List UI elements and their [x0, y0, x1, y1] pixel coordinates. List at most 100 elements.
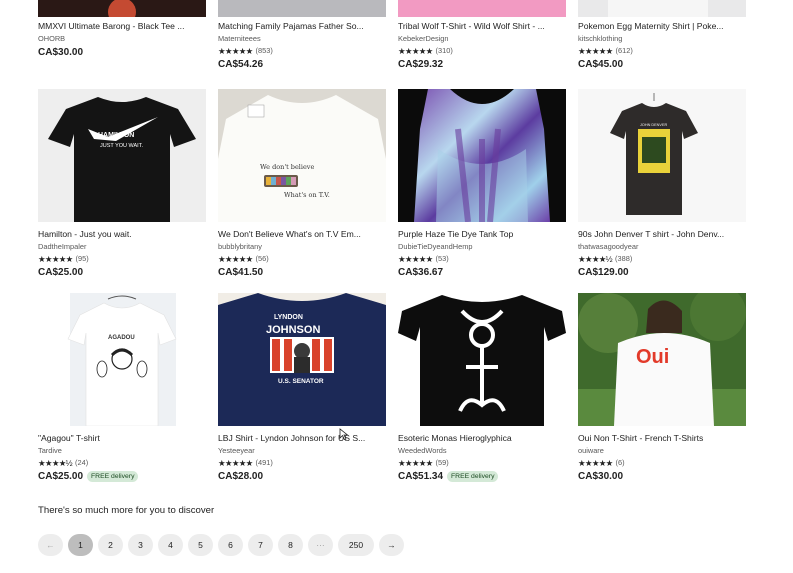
listing-card[interactable]: JOHN DENVER 90s John Denver T shirt - Jo… — [578, 89, 746, 278]
product-image[interactable]: HAMILTON JUST YOU WAIT. — [38, 89, 206, 222]
product-image[interactable]: Oui — [578, 293, 746, 426]
rating-count: (95) — [75, 254, 89, 263]
page-button[interactable]: 4 — [158, 534, 183, 556]
discover-more-heading: There's so much more for you to discover — [38, 505, 215, 516]
rating: ★★★★½ (388) — [578, 254, 746, 264]
listing-price: CA$45.00 — [578, 59, 624, 70]
listing-title[interactable]: Esoteric Monas Hieroglyphica — [398, 433, 566, 444]
prev-page-button[interactable]: ← — [38, 534, 63, 556]
rating: ★★★★★ (53) — [398, 254, 566, 264]
product-image[interactable]: We don't believe What's on T.V. — [218, 89, 386, 222]
rating-count: (310) — [435, 46, 453, 55]
shop-name: OHORB — [38, 34, 66, 43]
listing-card[interactable]: Purple Haze Tie Dye Tank Top DubieTieDye… — [398, 89, 566, 278]
rating: ★★★★★ (56) — [218, 254, 386, 264]
next-page-button[interactable]: → — [379, 534, 404, 556]
listing-card[interactable]: AGADOU "Agagou" T-shirt Tardive ★★★★½ (24… — [38, 293, 206, 482]
listing-title[interactable]: 90s John Denver T shirt - John Denv... — [578, 229, 746, 240]
rating-count: (56) — [255, 254, 269, 263]
listing-title[interactable]: Matching Family Pajamas Father So... — [218, 21, 386, 32]
listing-card[interactable]: We don't believe What's on T.V. We Don't… — [218, 89, 386, 278]
stars-icon: ★★★★★ — [218, 46, 253, 56]
listing-price: CA$28.00 — [218, 471, 264, 482]
free-delivery-badge: FREE delivery — [447, 471, 499, 482]
product-image[interactable]: AGADOU — [38, 293, 206, 426]
shop-name: DubieTieDyeandHemp — [398, 242, 473, 251]
listing-title[interactable]: Tribal Wolf T-Shirt - Wild Wolf Shirt - … — [398, 21, 566, 32]
page-button[interactable]: 5 — [188, 534, 213, 556]
rating-count: (388) — [615, 254, 633, 263]
page-button[interactable]: 2 — [98, 534, 123, 556]
page-button[interactable]: 6 — [218, 534, 243, 556]
rating: ★★★★★ (612) — [578, 46, 746, 56]
rating-count: (491) — [255, 458, 273, 467]
rating: ★★★★★ (6) — [578, 458, 746, 468]
product-image[interactable]: LYNDON JOHNSON U.S. SENATOR — [218, 293, 386, 426]
tv-text-line2: What's on T.V. — [284, 191, 330, 199]
listing-price: CA$25.00 — [38, 471, 84, 482]
shop-name: Materniteees — [218, 34, 261, 43]
listing-price: CA$51.34 — [398, 471, 444, 482]
listing-price: CA$29.32 — [398, 59, 444, 70]
stars-icon: ★★★★½ — [578, 254, 613, 264]
listing-card[interactable]: HAMILTON JUST YOU WAIT. Hamilton - Just … — [38, 89, 206, 278]
shop-name: ouiware — [578, 446, 604, 455]
listing-price: CA$129.00 — [578, 267, 629, 278]
mouse-cursor-icon — [339, 428, 349, 440]
listing-card[interactable]: Esoteric Monas Hieroglyphica WeededWords… — [398, 293, 566, 482]
listing-title[interactable]: MMXVI Ultimate Barong - Black Tee ... — [38, 21, 206, 32]
listing-title[interactable]: LBJ Shirt - Lyndon Johnson for US S... — [218, 433, 386, 444]
listing-card[interactable]: Matching Family Pajamas Father So... Mat… — [218, 0, 386, 70]
product-image[interactable] — [578, 0, 746, 17]
product-image[interactable]: JOHN DENVER — [578, 89, 746, 222]
listing-card[interactable]: Tribal Wolf T-Shirt - Wild Wolf Shirt - … — [398, 0, 566, 70]
rating-count: (612) — [615, 46, 633, 55]
listing-title[interactable]: Hamilton - Just you wait. — [38, 229, 206, 240]
listing-price: CA$30.00 — [38, 47, 84, 58]
page-button[interactable]: 7 — [248, 534, 273, 556]
listing-title[interactable]: We Don't Believe What's on T.V Em... — [218, 229, 386, 240]
rating-count: (59) — [435, 458, 449, 467]
shop-name: KebekerDesign — [398, 34, 449, 43]
product-image[interactable] — [398, 0, 566, 17]
listing-title[interactable]: Oui Non T-Shirt - French T-Shirts — [578, 433, 746, 444]
page-button[interactable]: 8 — [278, 534, 303, 556]
shop-name: kitschklothing — [578, 34, 623, 43]
listing-card[interactable]: LYNDON JOHNSON U.S. SENATOR LBJ Shirt - … — [218, 293, 386, 482]
tv-text-line1: We don't believe — [260, 163, 314, 171]
rating: ★★★★½ (24) — [38, 458, 206, 468]
rating-count: (853) — [255, 46, 273, 55]
hamilton-text: HAMILTON — [98, 132, 134, 139]
rating: ★★★★★ (95) — [38, 254, 206, 264]
product-image[interactable] — [218, 0, 386, 17]
rating: ★★★★★ (853) — [218, 46, 386, 56]
stars-icon: ★★★★★ — [218, 254, 253, 264]
page-button[interactable]: 3 — [128, 534, 153, 556]
shop-name: DadtheImpaler — [38, 242, 87, 251]
shop-name: bubblybritany — [218, 242, 262, 251]
stars-icon: ★★★★★ — [218, 458, 253, 468]
lyndon-text: LYNDON — [274, 314, 303, 321]
listing-title[interactable]: Pokemon Egg Maternity Shirt | Poke... — [578, 21, 746, 32]
listing-price: CA$25.00 — [38, 267, 84, 278]
listing-title[interactable]: Purple Haze Tie Dye Tank Top — [398, 229, 566, 240]
product-image[interactable] — [398, 89, 566, 222]
stars-icon: ★★★★★ — [578, 458, 613, 468]
page-button[interactable]: 1 — [68, 534, 93, 556]
listing-card[interactable]: Oui Oui Non T-Shirt - French T-Shirts ou… — [578, 293, 746, 482]
rating: ★★★★★ (491) — [218, 458, 386, 468]
denver-text: JOHN DENVER — [640, 123, 667, 127]
shop-name: thatwasagoodyear — [578, 242, 639, 251]
hamilton-subtext: JUST YOU WAIT. — [100, 143, 143, 149]
johnson-text: JOHNSON — [266, 324, 320, 336]
listing-price: CA$36.67 — [398, 267, 444, 278]
listing-card[interactable]: Pokemon Egg Maternity Shirt | Poke... ki… — [578, 0, 746, 70]
listing-card[interactable]: MMXVI Ultimate Barong - Black Tee ... OH… — [38, 0, 206, 58]
last-page-button[interactable]: 250 — [338, 534, 374, 556]
listing-title[interactable]: "Agagou" T-shirt — [38, 433, 206, 444]
senator-text: U.S. SENATOR — [278, 378, 324, 385]
product-image[interactable] — [398, 293, 566, 426]
product-image[interactable] — [38, 0, 206, 17]
stars-icon: ★★★★½ — [38, 458, 73, 468]
stars-icon: ★★★★★ — [398, 46, 433, 56]
